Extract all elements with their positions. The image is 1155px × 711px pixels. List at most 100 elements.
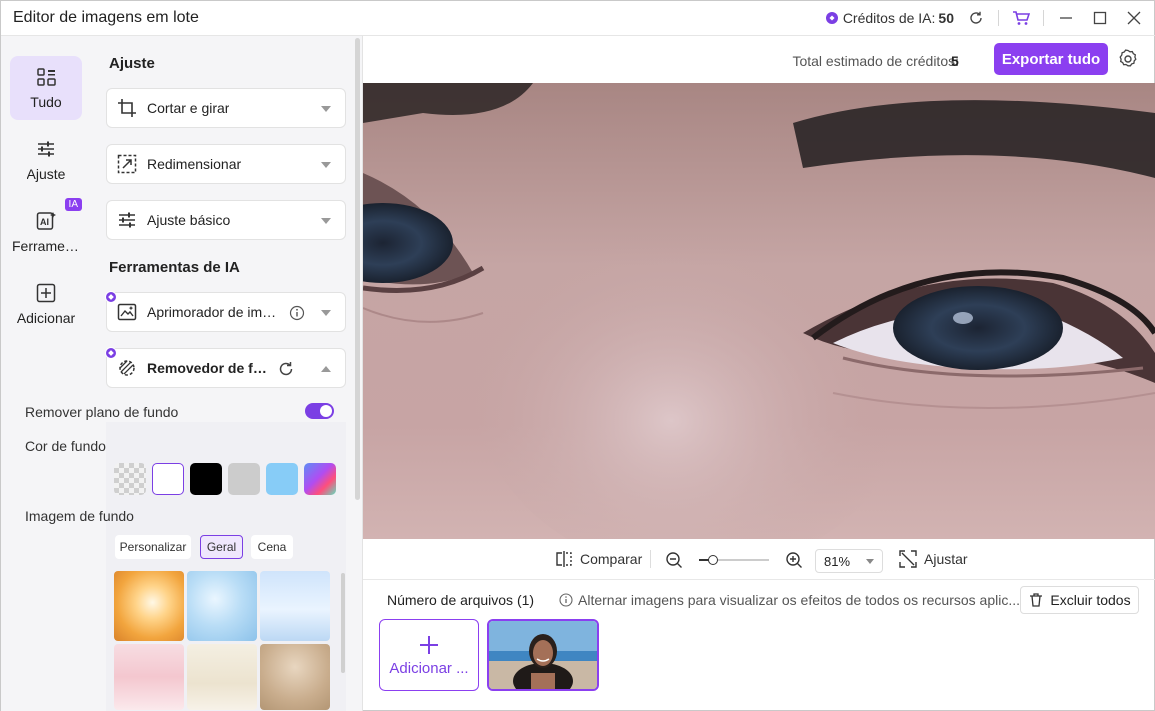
basic-adjust-accordion[interactable]: Ajuste básico (106, 200, 346, 240)
chevron-down-icon (321, 310, 331, 316)
rail-item-label: Ajuste (26, 166, 66, 182)
cart-icon[interactable] (1009, 6, 1033, 30)
chevron-down-icon (321, 106, 331, 112)
settings-icon[interactable] (1118, 49, 1138, 69)
swatch-white[interactable] (152, 463, 184, 495)
rail-item-all[interactable]: Tudo (10, 56, 82, 120)
bg-image-thumb[interactable] (187, 571, 257, 641)
bg-color-label: Cor de fundo (25, 438, 106, 454)
thumbs-scrollbar[interactable] (341, 573, 345, 673)
bg-image-thumb[interactable] (260, 571, 330, 641)
zoom-slider[interactable] (699, 555, 769, 565)
maximize-button[interactable] (1088, 6, 1112, 30)
tab-custom[interactable]: Personalizar (115, 535, 191, 559)
sliders-icon (38, 141, 54, 157)
portrait-thumbnail (489, 621, 597, 689)
plus-square-icon (36, 283, 56, 303)
enhance-icon (117, 303, 137, 321)
ai-feature-icon (105, 347, 117, 359)
estimated-credits-value: 5 (951, 53, 959, 69)
info-icon (559, 593, 573, 607)
rail-item-label: Ferramentas de IA (12, 238, 80, 254)
close-button[interactable] (1122, 6, 1146, 30)
accordion-label: Removedor de fundo (147, 360, 269, 376)
sliders-icon (119, 212, 135, 228)
info-icon[interactable] (289, 305, 305, 321)
zoom-in-icon[interactable] (785, 551, 803, 569)
accordion-label: Cortar e girar (147, 100, 230, 116)
bg-image-thumb[interactable] (114, 644, 184, 710)
swatch-blue[interactable] (266, 463, 298, 495)
bg-image-thumb[interactable] (187, 644, 257, 710)
image-preview[interactable] (363, 83, 1155, 539)
rail-item-label: Adicionar (16, 310, 76, 326)
bg-remove-icon (119, 360, 135, 376)
swatch-gradient[interactable] (304, 463, 336, 495)
rail-item-ai-tools[interactable]: IA AI Ferramentas de IA (10, 198, 82, 264)
file-count: Número de arquivos (1) (387, 592, 535, 608)
bg-image-label: Imagem de fundo (25, 508, 134, 524)
image-thumbnail[interactable] (487, 619, 599, 691)
crop-rotate-accordion[interactable]: Cortar e girar (106, 88, 346, 128)
remove-bg-toggle[interactable] (305, 403, 334, 419)
tab-scene[interactable]: Cena (251, 535, 293, 559)
delete-all-label: Excluir todos (1050, 592, 1131, 608)
main-area: Total estimado de créditos: 5 Exportar t… (362, 35, 1155, 711)
plus-icon (420, 635, 438, 654)
accordion-label: Ajuste básico (147, 212, 231, 228)
reset-icon[interactable] (277, 360, 295, 378)
zoom-toolbar: Comparar 81% Ajustar (363, 539, 1155, 579)
resize-icon (117, 154, 137, 174)
swatch-gray[interactable] (228, 463, 260, 495)
ai-feature-icon (105, 291, 117, 303)
svg-text:AI: AI (40, 217, 49, 227)
accordion-label: Redimensionar (147, 156, 242, 172)
title-bar: Editor de imagens em lote Créditos de IA… (1, 1, 1154, 35)
zoom-value: 81% (824, 553, 851, 569)
ia-badge: IA (64, 198, 82, 211)
swatch-black[interactable] (190, 463, 222, 495)
zoom-out-icon[interactable] (665, 551, 683, 569)
zoom-select[interactable]: 81% (815, 549, 883, 573)
chevron-down-icon (866, 559, 874, 564)
left-rail: Tudo Ajuste IA AI Ferramentas de IA Adic… (1, 35, 90, 711)
zoom-slider-handle[interactable] (708, 555, 718, 565)
background-remover-accordion[interactable]: Removedor de fundo (105, 347, 346, 388)
rail-item-adjust[interactable]: Ajuste (10, 128, 82, 192)
refresh-credits-icon[interactable] (964, 6, 988, 30)
bg-image-thumb[interactable] (260, 644, 330, 710)
add-label: Adicionar ... (389, 659, 469, 677)
app-window: Editor de imagens em lote Créditos de IA… (0, 0, 1155, 711)
hint-text: Alternar imagens para visualizar os efei… (559, 592, 1020, 608)
delete-all-button[interactable]: Excluir todos (1020, 586, 1139, 614)
image-enhancer-accordion[interactable]: Aprimorador de imagem (105, 291, 346, 332)
fit-button[interactable]: Ajustar (899, 550, 968, 568)
minimize-button[interactable] (1054, 6, 1078, 30)
panel-scrollbar[interactable] (355, 38, 360, 500)
bg-image-thumb[interactable] (114, 571, 184, 641)
section-title-adjust: Ajuste (109, 55, 155, 72)
trash-icon (1030, 593, 1043, 607)
rail-item-label: Tudo (30, 94, 62, 110)
compare-label: Comparar (580, 551, 643, 567)
chevron-down-icon (321, 162, 331, 168)
swatch-transparent[interactable] (114, 463, 146, 495)
remove-bg-label: Remover plano de fundo (25, 404, 179, 420)
grid-icon (37, 68, 56, 86)
files-bar: Número de arquivos (1) Alternar imagens … (363, 579, 1155, 619)
fit-label: Ajustar (924, 551, 968, 567)
rail-item-add[interactable]: Adicionar (10, 272, 82, 336)
compare-icon (556, 551, 572, 567)
accordion-label: Aprimorador de imagem (147, 304, 279, 320)
compare-button[interactable]: Comparar (555, 550, 642, 568)
tab-general[interactable]: Geral (200, 535, 243, 559)
ai-credits-value: 50 (938, 10, 954, 26)
add-image-tile[interactable]: Adicionar ... (379, 619, 479, 691)
resize-accordion[interactable]: Redimensionar (106, 144, 346, 184)
ai-credits-label: Créditos de IA: (842, 10, 936, 26)
chevron-down-icon (321, 218, 331, 224)
ai-credits: Créditos de IA: 50 (825, 10, 954, 26)
export-all-button[interactable]: Exportar tudo (994, 43, 1108, 75)
ai-icon: AI (36, 212, 56, 230)
face-closeup-image (363, 83, 1155, 539)
